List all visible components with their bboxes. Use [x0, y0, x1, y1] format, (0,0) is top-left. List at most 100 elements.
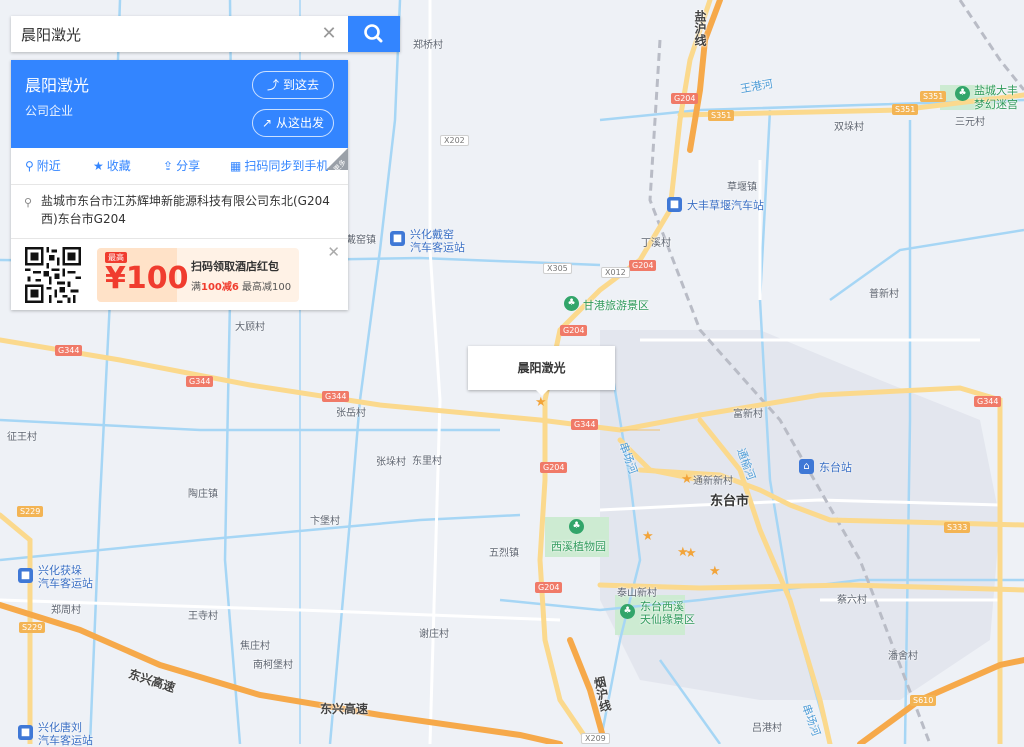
- route-to-button[interactable]: ⤴ 到这去: [252, 71, 334, 99]
- card-actions: ⚲ 附近 ★ 收藏 ⇪ 分享 ▦ 扫码同步到手机: [11, 148, 348, 185]
- road-shield: X305: [543, 263, 572, 274]
- place-address: ⚲ 盐城市东台市江苏辉坤新能源科技有限公司东北(G204西)东台市G204: [24, 192, 335, 228]
- place-label: 草堰镇: [727, 182, 757, 193]
- result-marker-icon[interactable]: ★: [685, 547, 697, 560]
- place-label: 谢庄村: [419, 629, 449, 640]
- place-info-card: 晨阳澂光 公司企业 ⤴ 到这去 ↗ 从这出发 ⚲ 附近 ★ 收藏 ⇪ 分享 ▦ 扫码同步到手…: [11, 60, 348, 310]
- station-label[interactable]: 兴化获垛 汽车客运站: [38, 564, 93, 590]
- road-shield: S610: [910, 695, 937, 706]
- station-label[interactable]: 大丰草堰汽车站: [687, 199, 764, 212]
- scenic-icon[interactable]: ♣: [564, 296, 579, 311]
- star-icon: ★: [93, 159, 104, 173]
- qr-code-image: [25, 247, 81, 303]
- station-label[interactable]: 兴化戴窑 汽车客运站: [410, 228, 465, 254]
- place-label: 郑桥村: [413, 40, 443, 51]
- favorite-button[interactable]: ★ 收藏: [93, 148, 131, 184]
- result-marker-icon[interactable]: ★: [709, 565, 721, 578]
- place-label: 丁溪村: [641, 238, 671, 249]
- road-shield: S333: [944, 522, 971, 533]
- location-pin-icon: ⚲: [25, 159, 34, 173]
- road-shield: S229: [17, 506, 44, 517]
- place-label: 王寺村: [188, 611, 218, 622]
- place-label: 东里村: [412, 456, 442, 467]
- road-shield: G344: [974, 396, 1002, 407]
- place-title: 晨阳澂光: [25, 76, 90, 95]
- scenic-icon[interactable]: ♣: [620, 604, 635, 619]
- train-station-icon[interactable]: ⌂: [799, 459, 814, 474]
- place-label: 普新村: [869, 289, 899, 300]
- qr-code-icon: ▦: [230, 159, 242, 173]
- place-label: 大顾村: [235, 322, 265, 333]
- road-shield: G204: [629, 260, 657, 271]
- bus-station-icon[interactable]: ■: [667, 197, 682, 212]
- card-header: 晨阳澂光 公司企业 ⤴ 到这去 ↗ 从这出发: [11, 60, 348, 148]
- place-label: 五烈镇: [489, 548, 519, 559]
- route-from-label: 从这出发: [276, 116, 325, 130]
- search-input[interactable]: [11, 16, 321, 52]
- highway-label: 盐沪线: [693, 10, 707, 46]
- place-label: 通新新村: [693, 476, 733, 487]
- scenic-icon[interactable]: ♣: [569, 519, 584, 534]
- place-category: 公司企业: [25, 104, 74, 118]
- coupon-card[interactable]: 最高 ¥100 扫码领取酒店红包 满100减6 最高减100: [97, 248, 299, 302]
- nearby-button[interactable]: ⚲ 附近: [25, 148, 61, 184]
- road-shield: G204: [671, 93, 699, 104]
- place-label: 双垛村: [834, 122, 864, 133]
- scenic-icon[interactable]: ♣: [955, 86, 970, 101]
- place-label: 吕港村: [752, 723, 782, 734]
- route-to-icon: ⤴: [266, 78, 279, 92]
- place-label: 郑周村: [51, 605, 81, 616]
- hotel-coupon-promo[interactable]: 最高 ¥100 扫码领取酒店红包 满100减6 最高减100 ✕: [11, 238, 348, 311]
- poi-label[interactable]: 西溪植物园: [551, 538, 606, 554]
- road-shield: S351: [920, 91, 947, 102]
- coupon-sub-suffix: 最高减100: [238, 282, 292, 293]
- station-label[interactable]: 东台站: [819, 461, 852, 474]
- place-label: 卞堡村: [310, 516, 340, 527]
- place-label: 戴窑镇: [346, 235, 376, 246]
- bus-station-icon[interactable]: ■: [18, 568, 33, 583]
- coupon-amount: ¥100: [105, 261, 189, 296]
- send-to-phone-label: 扫码同步到手机: [244, 159, 329, 173]
- route-from-button[interactable]: ↗ 从这出发: [252, 109, 334, 137]
- selected-place-callout[interactable]: 晨阳澂光: [468, 346, 615, 390]
- place-label: 富新村: [733, 409, 763, 420]
- place-label: 征王村: [7, 432, 37, 443]
- nearby-label: 附近: [36, 159, 61, 173]
- bus-station-icon[interactable]: ■: [18, 725, 33, 740]
- close-promo-button[interactable]: ✕: [327, 243, 340, 261]
- road-shield: S351: [892, 104, 919, 115]
- coupon-subtitle: 满100减6 最高减100: [191, 278, 291, 293]
- callout-pointer: [536, 390, 548, 396]
- place-label: 潘舍村: [888, 651, 918, 662]
- share-label: 分享: [176, 159, 201, 173]
- close-icon: ✕: [327, 243, 340, 261]
- place-label: 三元村: [955, 117, 985, 128]
- poi-label[interactable]: 甘港旅游景区: [583, 297, 649, 313]
- search-icon: [364, 24, 383, 43]
- location-pin-icon: ⚲: [24, 196, 33, 209]
- result-marker-icon[interactable]: ★: [535, 396, 547, 409]
- search-button[interactable]: [348, 16, 400, 52]
- search-bar: ✕: [11, 16, 400, 52]
- road-shield: G344: [55, 345, 83, 356]
- station-label[interactable]: 兴化唐刘 汽车客运站: [38, 721, 93, 747]
- poi-label[interactable]: 东台西溪 天仙缘景区: [640, 600, 695, 626]
- close-icon: ✕: [321, 23, 337, 44]
- result-marker-icon[interactable]: ★: [681, 473, 693, 486]
- road-shield: G204: [535, 582, 563, 593]
- share-button[interactable]: ⇪ 分享: [163, 148, 200, 184]
- road-shield: S229: [19, 622, 46, 633]
- place-label: 张垛村: [376, 457, 406, 468]
- favorite-label: 收藏: [106, 159, 131, 173]
- road-shield: G204: [560, 325, 588, 336]
- bus-station-icon[interactable]: ■: [390, 231, 405, 246]
- place-label: 泰山新村: [617, 588, 657, 599]
- route-to-label: 到这去: [283, 78, 320, 92]
- road-shield: G344: [186, 376, 214, 387]
- clear-search-button[interactable]: ✕: [311, 16, 347, 52]
- result-marker-icon[interactable]: ★: [642, 530, 654, 543]
- send-to-phone-button[interactable]: ▦ 扫码同步到手机: [230, 148, 328, 184]
- road-shield: G344: [571, 419, 599, 430]
- road-shield: X202: [440, 135, 469, 146]
- coupon-title: 扫码领取酒店红包: [191, 260, 279, 273]
